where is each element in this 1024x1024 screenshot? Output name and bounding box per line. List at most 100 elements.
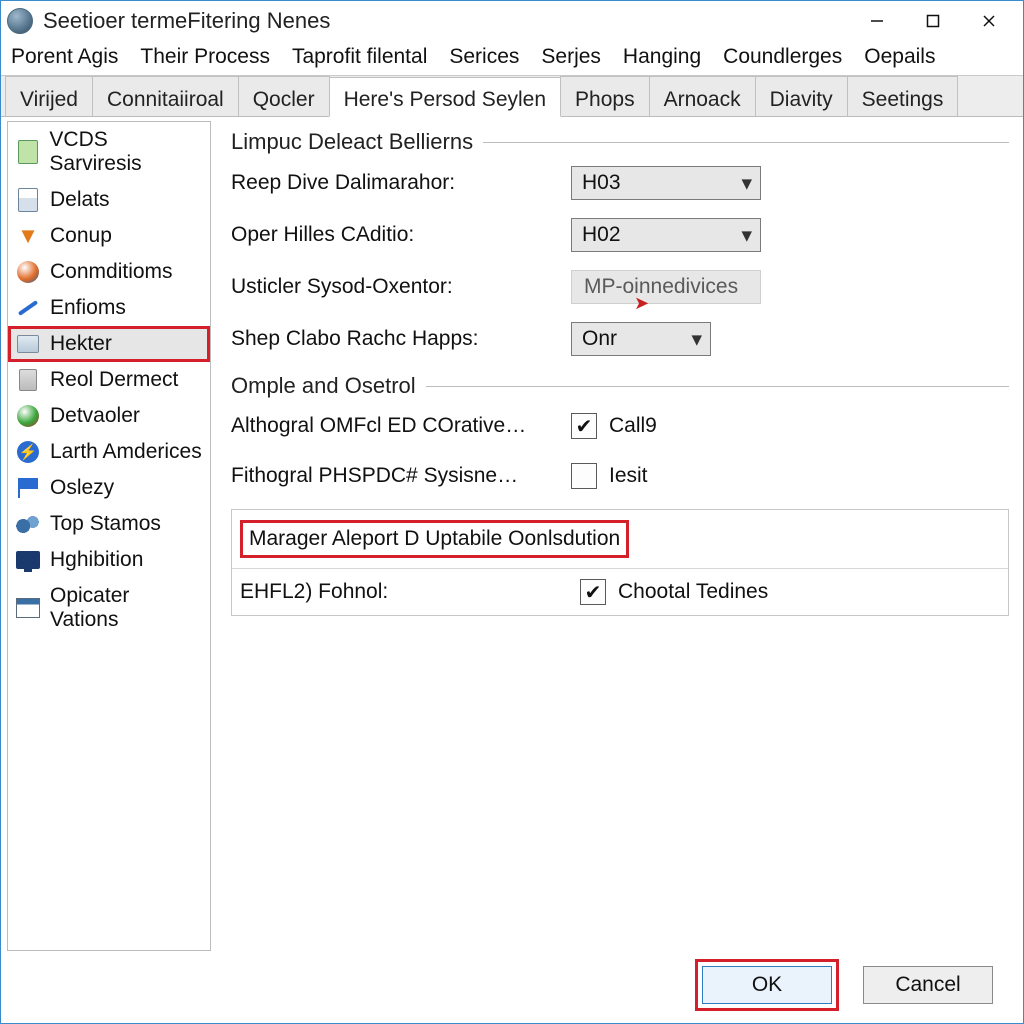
sidebar-item[interactable]: Conmditioms (8, 254, 210, 290)
check-row: Althogral OMFcl ED COrative… ✔ Call9 (231, 409, 1009, 443)
content-pane: Limpuc Deleact Bellierns Reep Dive Dalim… (211, 117, 1023, 951)
sidebar-item[interactable]: VCDS Sarviresis (8, 122, 210, 182)
orange-v-icon: ▼ (16, 224, 40, 248)
menu-item[interactable]: Taprofit filental (292, 45, 427, 69)
group-header: Limpuc Deleact Bellierns (231, 129, 1009, 155)
highlighted-label: Marager Aleport D Uptabile Oonlsdution (240, 520, 629, 558)
checkbox-ehfl[interactable]: ✔ (580, 579, 606, 605)
globe-arrow-icon (16, 404, 40, 428)
chevron-down-icon: ▾ (741, 223, 752, 248)
combo-shep-clabo[interactable]: Onr ▾ (571, 322, 711, 356)
menu-item[interactable]: Their Process (140, 45, 270, 69)
ok-highlight: OK (695, 959, 839, 1011)
sidebar-item[interactable]: Top Stamos (8, 506, 210, 542)
cancel-button[interactable]: Cancel (863, 966, 993, 1004)
boxed-group: Marager Aleport D Uptabile Oonlsdution E… (231, 509, 1009, 616)
sidebar-item-label: Conup (50, 224, 112, 248)
sidebar-item-label: Detvaoler (50, 404, 140, 428)
sidebar-item-label: Top Stamos (50, 512, 161, 536)
chevron-down-icon: ▾ (741, 171, 752, 196)
tab-active[interactable]: Here's Persod Seylen (329, 77, 561, 117)
field-label: Oper Hilles CAditio: (231, 223, 571, 247)
combo-value: H02 (582, 223, 717, 247)
combo-reep-dive[interactable]: H03 ▾ (571, 166, 761, 200)
tab-label: Phops (575, 88, 635, 112)
ok-button[interactable]: OK (702, 966, 832, 1004)
minimize-button[interactable] (849, 5, 905, 37)
tab-label: Virijed (20, 88, 78, 112)
checkbox-fithogral[interactable] (571, 463, 597, 489)
form-row: Shep Clabo Rachc Happs: Onr ▾ (231, 321, 1009, 357)
menu-item[interactable]: Porent Agis (11, 45, 118, 69)
bolt-icon: ⚡ (16, 440, 40, 464)
maximize-button[interactable] (905, 5, 961, 37)
sidebar-item[interactable]: ⚡Larth Amderices (8, 434, 210, 470)
boxed-row: Marager Aleport D Uptabile Oonlsdution (232, 510, 1008, 569)
sidebar-item[interactable]: Oslezy (8, 470, 210, 506)
window-controls (849, 5, 1017, 37)
tab-label: Connitaiiroal (107, 88, 224, 112)
chevron-down-icon: ▾ (691, 327, 702, 352)
check-row: Fithogral PHSPDC# Sysisne… Iesit (231, 459, 1009, 493)
tabstrip: Virijed Connitaiiroal Qocler Here's Pers… (1, 75, 1023, 117)
sidebar-item[interactable]: Enfioms (8, 290, 210, 326)
menu-item[interactable]: Serjes (541, 45, 601, 69)
tab[interactable]: Diavity (755, 76, 848, 116)
tab-label: Here's Persod Seylen (344, 88, 546, 112)
app-icon (7, 8, 33, 34)
window-title: Seetioer termeFitering Nenes (43, 8, 849, 34)
field-label: Usticler Sysod-Oxentor: (231, 275, 571, 299)
cursor-icon: ➤ (634, 293, 649, 314)
combo-oper-hilles[interactable]: H02 ▾ (571, 218, 761, 252)
tab[interactable]: Connitaiiroal (92, 76, 239, 116)
body: VCDS Sarviresis Delats ▼ Conup Conmditiom… (1, 117, 1023, 951)
group-title: Omple and Osetrol (231, 373, 416, 399)
green-doc-icon (16, 140, 39, 164)
checkbox-label: Iesit (609, 464, 648, 488)
boxed-row: EHFL2) Fohnol: ✔ Chootal Tedines (232, 569, 1008, 615)
readonly-usticler: MP-oinnedivices ➤ (571, 270, 761, 304)
form-row: Usticler Sysod-Oxentor: MP-oinnedivices … (231, 269, 1009, 305)
button-label: OK (752, 973, 782, 997)
tab-label: Qocler (253, 88, 315, 112)
footer: OK Cancel (1, 955, 1023, 1015)
tab[interactable]: Phops (560, 76, 650, 116)
button-label: Cancel (895, 973, 960, 997)
form-row: Reep Dive Dalimarahor: H03 ▾ (231, 165, 1009, 201)
sidebar-item-selected[interactable]: Hekter (8, 326, 210, 362)
field-label: EHFL2) Fohnol: (240, 580, 580, 604)
group-header: Omple and Osetrol (231, 373, 1009, 399)
menu-item[interactable]: Oepails (864, 45, 935, 69)
tab[interactable]: Seetings (847, 76, 959, 116)
sidebar-item[interactable]: Delats (8, 182, 210, 218)
tab-label: Diavity (770, 88, 833, 112)
menubar: Porent Agis Their Process Taprofit filen… (1, 41, 1023, 75)
sidebar-item[interactable]: Reol Dermect (8, 362, 210, 398)
menu-item[interactable]: Coundlerges (723, 45, 842, 69)
sidebar: VCDS Sarviresis Delats ▼ Conup Conmditiom… (7, 121, 211, 951)
sidebar-item-label: Hghibition (50, 548, 143, 572)
field-label: Marager Aleport D Uptabile Oonlsdution (249, 527, 620, 550)
sidebar-item[interactable]: ▼ Conup (8, 218, 210, 254)
sidebar-item[interactable]: Opicater Vations (8, 578, 210, 638)
menu-item[interactable]: Serices (449, 45, 519, 69)
dialog-window: Seetioer termeFitering Nenes Porent Agis… (0, 0, 1024, 1024)
checkbox-althogral[interactable]: ✔ (571, 413, 597, 439)
sidebar-item[interactable]: Hghibition (8, 542, 210, 578)
field-label: Fithogral PHSPDC# Sysisne… (231, 464, 571, 488)
sidebar-item-label: Opicater Vations (50, 584, 202, 632)
sidebar-item-label: VCDS Sarviresis (49, 128, 202, 176)
sidebar-item-label: Enfioms (50, 296, 126, 320)
checkbox-label: Call9 (609, 414, 657, 438)
tab[interactable]: Virijed (5, 76, 93, 116)
tab[interactable]: Qocler (238, 76, 330, 116)
combo-value: Onr (582, 327, 667, 351)
tab[interactable]: Arnoack (649, 76, 756, 116)
monitor-icon (16, 548, 40, 572)
menu-item[interactable]: Hanging (623, 45, 701, 69)
sidebar-item-label: Delats (50, 188, 110, 212)
globe-swirl-icon (16, 260, 40, 284)
sidebar-item[interactable]: Detvaoler (8, 398, 210, 434)
close-button[interactable] (961, 5, 1017, 37)
gears-icon (16, 512, 40, 536)
